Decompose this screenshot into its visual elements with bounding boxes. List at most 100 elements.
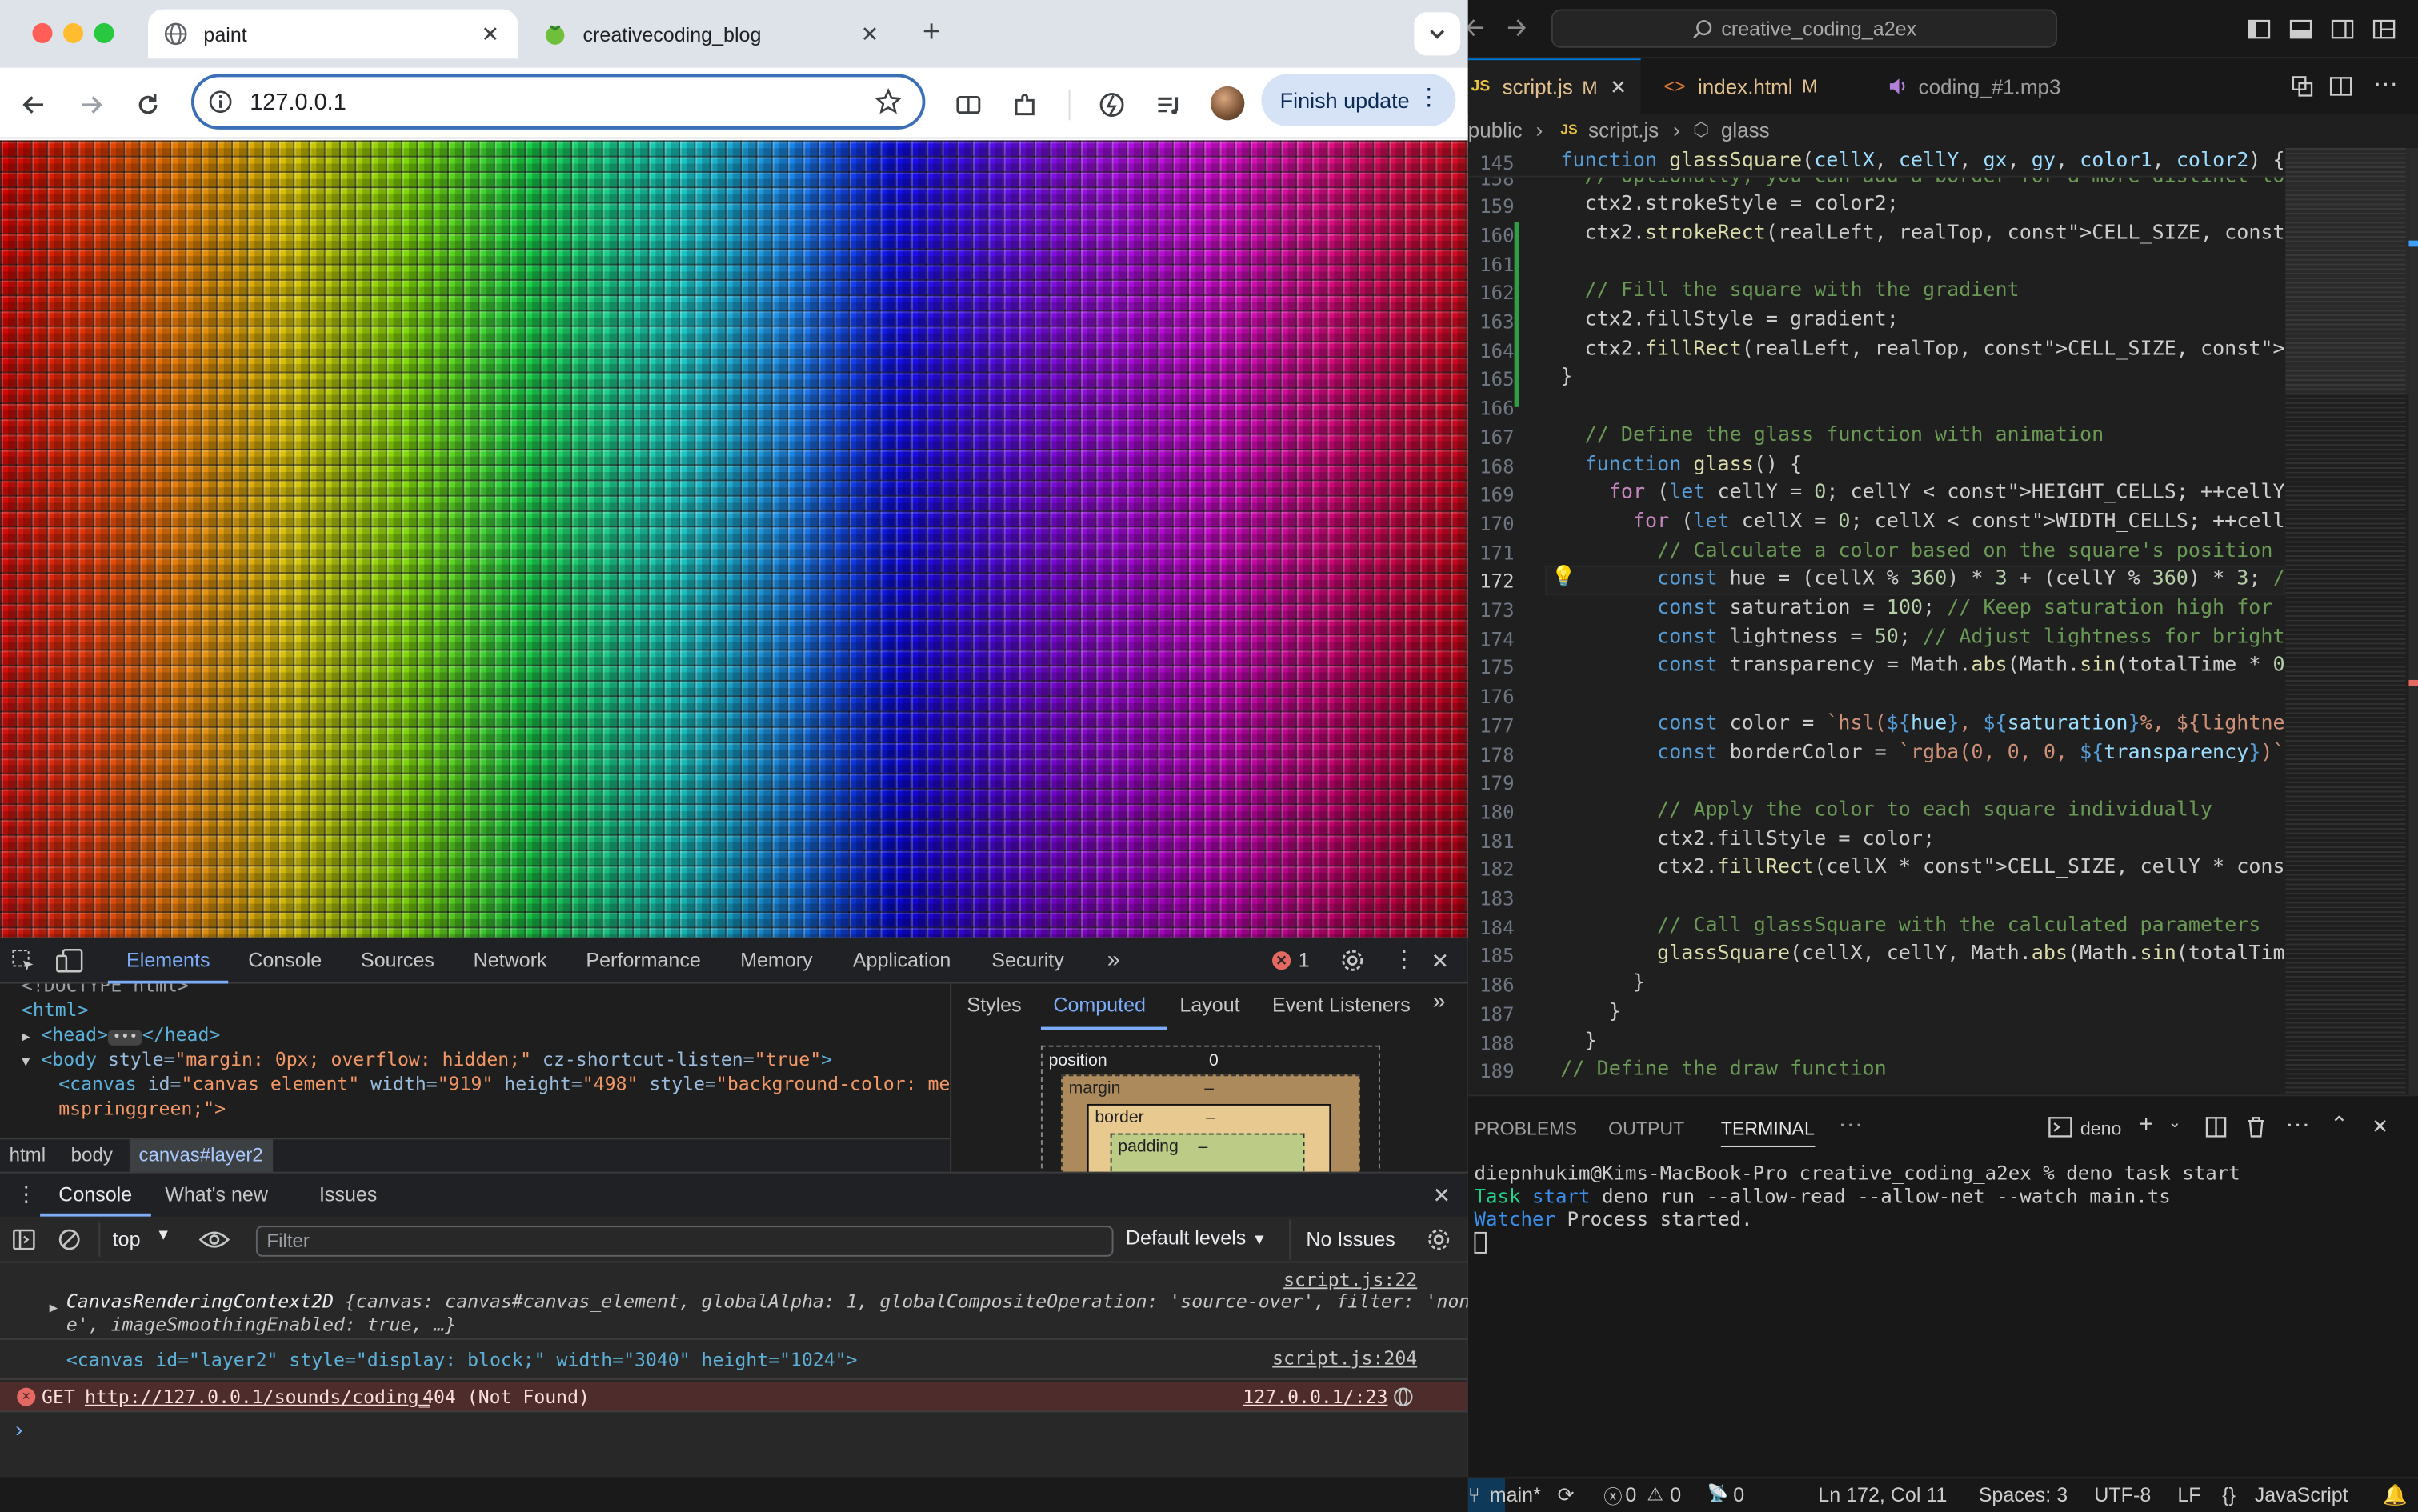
toggle-primary-sidebar-icon[interactable]: [2247, 17, 2272, 42]
terminal-name[interactable]: deno: [2080, 1118, 2121, 1139]
sidebar-toggle-icon[interactable]: [12, 1229, 35, 1250]
panel-tab-output[interactable]: OUTPUT: [1608, 1118, 1684, 1139]
ports-icon[interactable]: 📡: [1707, 1483, 1728, 1503]
warning-count[interactable]: 0: [1670, 1483, 1681, 1506]
editor-tab-mp3[interactable]: coding_#1.mp3: [1888, 58, 2061, 114]
open-changes-icon[interactable]: [2290, 74, 2315, 99]
trash-icon[interactable]: [2245, 1114, 2267, 1138]
clear-console-icon[interactable]: [57, 1227, 82, 1252]
drawer-tab-issues[interactable]: Issues: [319, 1174, 377, 1217]
split-editor-icon[interactable]: [2328, 74, 2353, 99]
crumb-body[interactable]: body: [71, 1144, 113, 1166]
new-tab-button[interactable]: +: [913, 15, 950, 52]
forward-button[interactable]: [73, 86, 110, 123]
chevron-down-icon[interactable]: ⌄: [2168, 1114, 2181, 1131]
devtools-tab-sources[interactable]: Sources: [361, 938, 434, 984]
minimap-slider[interactable]: [2285, 148, 2409, 395]
dom-html[interactable]: <html>: [22, 999, 89, 1021]
close-devtools-icon[interactable]: ✕: [1431, 938, 1450, 984]
log-levels-dropdown[interactable]: Default levels ▼: [1126, 1226, 1267, 1249]
console-filter-input[interactable]: Filter: [255, 1226, 1114, 1257]
issues-counter[interactable]: No Issues: [1289, 1219, 1395, 1260]
ellipsis-icon[interactable]: •••: [107, 1030, 142, 1046]
more-actions-icon[interactable]: ···: [2373, 71, 2398, 99]
ports-count[interactable]: 0: [1733, 1483, 1744, 1506]
console-prompt[interactable]: ›: [15, 1417, 22, 1442]
minimize-window-button[interactable]: [63, 22, 84, 43]
tab-computed[interactable]: Computed: [1053, 993, 1146, 1016]
code-editor[interactable]: 145 function glassSquare(cellX, cellY, g…: [1467, 148, 2286, 1095]
toggle-secondary-sidebar-icon[interactable]: [2330, 17, 2355, 42]
dom-canvas[interactable]: <canvas id="canvas_element" width="919" …: [58, 1073, 950, 1094]
site-info-icon[interactable]: [208, 90, 233, 114]
close-tab-icon[interactable]: ✕: [1610, 74, 1627, 99]
devtools-tab-security[interactable]: Security: [991, 938, 1064, 984]
extensions-button[interactable]: [1007, 86, 1044, 123]
devtools-tab-performance[interactable]: Performance: [586, 938, 700, 984]
crumb-html[interactable]: html: [10, 1144, 46, 1166]
error-count[interactable]: 0: [1625, 1483, 1636, 1506]
breadcrumb-folder[interactable]: public: [1468, 118, 1523, 142]
warning-icon[interactable]: ⚠: [1647, 1483, 1663, 1505]
breadcrumb-file[interactable]: script.js: [1588, 118, 1659, 142]
braces-icon[interactable]: {}: [2222, 1483, 2236, 1506]
media-controls-button[interactable]: [1151, 86, 1187, 123]
close-tab-icon[interactable]: ✕: [858, 22, 883, 46]
tab-creativecoding-blog[interactable]: creativecoding_blog ✕: [527, 10, 898, 59]
kebab-menu-icon[interactable]: ⋮: [1417, 86, 1440, 111]
terminal-more-icon[interactable]: ···: [2285, 1112, 2310, 1140]
branch-name[interactable]: main*: [1490, 1483, 1541, 1506]
editor-tab-script-js[interactable]: JS script.js M ✕: [1467, 58, 1641, 114]
minimap[interactable]: [2285, 148, 2418, 1095]
zoom-window-button[interactable]: [94, 22, 114, 43]
split-terminal-icon[interactable]: [2205, 1116, 2227, 1138]
eye-icon[interactable]: [198, 1229, 230, 1250]
indentation[interactable]: Spaces: 3: [1979, 1483, 2068, 1506]
devtools-tab-elements[interactable]: Elements: [107, 938, 229, 984]
bell-icon[interactable]: 🔔: [2383, 1483, 2408, 1508]
devtools-menu-icon[interactable]: ⋮: [1392, 938, 1415, 984]
language-mode[interactable]: JavaScript: [2255, 1483, 2348, 1506]
more-panels-icon[interactable]: ···: [1838, 1112, 1863, 1140]
close-tab-icon[interactable]: ✕: [478, 22, 502, 46]
arrow-right-icon[interactable]: [1505, 17, 1527, 38]
back-button[interactable]: [15, 86, 52, 123]
error-circle-icon[interactable]: ⓧ: [1603, 1483, 1622, 1510]
line-ending[interactable]: LF: [2177, 1483, 2200, 1506]
tab-layout[interactable]: Layout: [1179, 993, 1239, 1016]
devtools-tab-console[interactable]: Console: [248, 938, 322, 984]
error-source-link[interactable]: 127.0.0.1/:23: [1243, 1386, 1387, 1408]
tab-paint[interactable]: paint ✕: [148, 9, 518, 59]
console-message[interactable]: ▶ CanvasRenderingContext2D {canvas: canv…: [0, 1262, 1468, 1340]
address-bar[interactable]: 127.0.0.1: [190, 74, 926, 130]
inspect-element-icon[interactable]: [10, 948, 35, 973]
dom-body[interactable]: ▼ <body style="margin: 0px; overflow: hi…: [22, 1049, 832, 1070]
more-tabs-icon[interactable]: »: [1432, 988, 1445, 1014]
command-center-search[interactable]: creative_coding_a2ex: [1551, 9, 2058, 48]
page-canvas[interactable]: [0, 140, 1468, 938]
panel-tab-terminal[interactable]: TERMINAL: [1720, 1118, 1815, 1147]
close-window-button[interactable]: [32, 22, 53, 43]
crumb-canvas-layer2[interactable]: canvas#layer2: [129, 1139, 273, 1174]
tab-styles[interactable]: Styles: [967, 993, 1021, 1016]
drawer-menu-icon[interactable]: ⋮: [15, 1181, 37, 1207]
close-panel-icon[interactable]: ✕: [2372, 1114, 2388, 1139]
editor-tab-index-html[interactable]: <> index.html M: [1664, 58, 1818, 114]
source-link[interactable]: script.js:204: [1272, 1347, 1417, 1369]
editor-scrollbar[interactable]: [2408, 148, 2418, 1095]
encoding[interactable]: UTF-8: [2094, 1483, 2151, 1506]
breadcrumb-symbol[interactable]: glass: [1721, 118, 1770, 142]
devtools-tab-application[interactable]: Application: [853, 938, 951, 984]
context-selector[interactable]: top ▼: [98, 1222, 175, 1257]
performance-button[interactable]: [1093, 86, 1130, 123]
customize-layout-icon[interactable]: [2372, 17, 2396, 42]
drawer-tab-console[interactable]: Console: [40, 1174, 151, 1217]
error-count[interactable]: 1: [1299, 938, 1310, 984]
expand-triangle-icon[interactable]: ▶: [22, 1030, 30, 1045]
collapse-triangle-icon[interactable]: ▼: [22, 1054, 30, 1070]
profile-avatar[interactable]: [1210, 86, 1245, 121]
cursor-position[interactable]: Ln 172, Col 11: [1818, 1483, 1947, 1506]
console-message[interactable]: <canvas id="layer2" style="display: bloc…: [0, 1340, 1468, 1380]
console-settings-gear-icon[interactable]: [1427, 1227, 1451, 1252]
panel-tab-problems[interactable]: PROBLEMS: [1474, 1118, 1577, 1139]
